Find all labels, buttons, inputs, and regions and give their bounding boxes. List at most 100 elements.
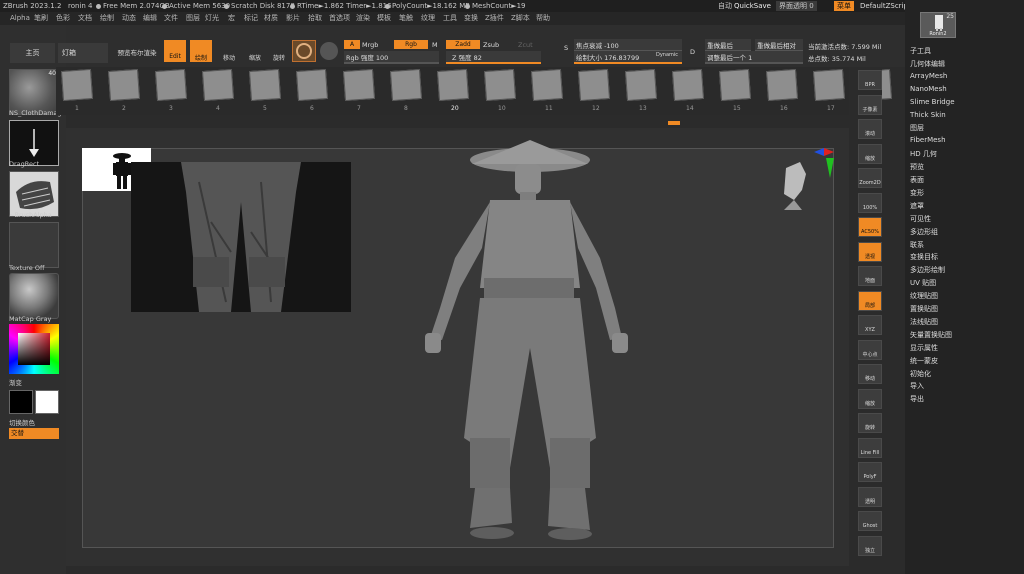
transparency-slider[interactable]: 界面透明 0: [776, 1, 817, 11]
secondary-color-swatch[interactable]: [35, 390, 59, 414]
menu-item-1[interactable]: 笔刷: [34, 12, 48, 25]
view-tool-button[interactable]: 缩放: [858, 143, 882, 164]
menu-item-10[interactable]: 宏: [228, 12, 235, 25]
tool-menu-item[interactable]: 显示属性: [910, 343, 938, 353]
adjust-last-slider[interactable]: 调整最后一个 1: [705, 51, 803, 64]
brush-thumbnail[interactable]: [342, 68, 376, 102]
tool-menu-item[interactable]: 遮罩: [910, 201, 924, 211]
spotlight-icon[interactable]: [320, 42, 338, 60]
color-picker[interactable]: [9, 324, 59, 374]
scale-button[interactable]: 缩放: [244, 40, 266, 62]
alternate-button[interactable]: 交替: [9, 428, 59, 439]
brush-strip-scroll-indicator[interactable]: [668, 121, 680, 125]
menu-item-3[interactable]: 文档: [78, 12, 92, 25]
view-tool-button[interactable]: 移动: [858, 364, 882, 384]
brush-thumbnail[interactable]: [812, 68, 846, 102]
view-tool-button[interactable]: 中心点: [858, 339, 882, 360]
brush-thumbnail[interactable]: [483, 68, 517, 102]
a-button[interactable]: A: [344, 40, 360, 49]
menu-item-16[interactable]: 渲染: [356, 12, 370, 25]
tool-menu-item[interactable]: NanoMesh: [910, 85, 947, 93]
ronin-model[interactable]: [400, 138, 660, 558]
default-zscript[interactable]: DefaultZScript: [860, 0, 911, 12]
rgb-intensity-slider[interactable]: Rgb 强度 100: [344, 51, 439, 64]
menu-item-4[interactable]: 绘制: [100, 12, 114, 25]
view-tool-button[interactable]: 透视: [858, 241, 882, 262]
brush-thumbnail[interactable]: [671, 68, 705, 102]
brush-thumbnail[interactable]: [718, 68, 752, 102]
tool-menu-item[interactable]: 矢量置换贴图: [910, 330, 952, 340]
zadd-button[interactable]: Zadd: [446, 40, 480, 49]
view-tool-button[interactable]: BPR: [858, 70, 882, 90]
menu-item-5[interactable]: 动态: [122, 12, 136, 25]
view-tool-button[interactable]: Zoom2D: [858, 168, 882, 188]
z-intensity-slider[interactable]: Z 强度 82: [446, 51, 541, 64]
menu-item-14[interactable]: 拾取: [308, 12, 322, 25]
view-tool-button[interactable]: 旋转: [858, 413, 882, 433]
tool-menu-item[interactable]: 导出: [910, 394, 924, 404]
dynamic-toggle[interactable]: Dynamic: [656, 52, 678, 58]
brush-thumbnail[interactable]: [154, 68, 188, 102]
view-tool-button[interactable]: 透明: [858, 486, 882, 507]
texture-thumbnail[interactable]: [9, 222, 59, 268]
tool-menu-item[interactable]: 变换目标: [910, 252, 938, 262]
home-button[interactable]: 主页: [10, 43, 55, 63]
tool-menu-item[interactable]: FiberMesh: [910, 136, 946, 144]
tool-menu-item[interactable]: 预览: [910, 162, 924, 172]
tool-menu-item[interactable]: 多边形绘制: [910, 265, 945, 275]
tool-menu-item[interactable]: 表面: [910, 175, 924, 185]
brush-thumbnail[interactable]: [201, 68, 235, 102]
tool-menu-item[interactable]: 置换贴图: [910, 304, 938, 314]
rgb-button[interactable]: Rgb: [394, 40, 428, 49]
menu-item-7[interactable]: 文件: [164, 12, 178, 25]
view-tool-button[interactable]: AC50%: [858, 217, 882, 237]
tool-menu-item[interactable]: HD 几何: [910, 149, 937, 159]
draw-button[interactable]: 绘制: [190, 40, 212, 62]
menu-item-6[interactable]: 编辑: [143, 12, 157, 25]
menu-item-19[interactable]: 纹理: [421, 12, 435, 25]
draw-size-slider[interactable]: 绘制大小 176.83799 Dynamic: [574, 51, 682, 64]
view-tool-button[interactable]: Ghost: [858, 511, 882, 531]
zcut-button[interactable]: Zcut: [518, 41, 533, 49]
tool-menu-item[interactable]: UV 贴图: [910, 278, 936, 288]
current-tool-thumbnail[interactable]: 25 Ronin2: [920, 12, 956, 38]
material-sphere-button[interactable]: [292, 40, 316, 62]
tool-menu-item[interactable]: 导入: [910, 381, 924, 391]
main-color-swatch[interactable]: [9, 390, 33, 414]
tool-menu-item[interactable]: 初始化: [910, 369, 931, 379]
menu-item-2[interactable]: 色彩: [56, 12, 70, 25]
move-button[interactable]: 移动: [218, 40, 240, 62]
view-tool-button[interactable]: 子像素: [858, 94, 882, 115]
menu-item-17[interactable]: 模板: [377, 12, 391, 25]
tool-menu-item[interactable]: 子工具: [910, 46, 931, 56]
menu-item-21[interactable]: 变换: [464, 12, 478, 25]
menu-item-9[interactable]: 灯光: [205, 12, 219, 25]
tool-menu-item[interactable]: 统一蒙皮: [910, 356, 938, 366]
menu-item-11[interactable]: 标记: [244, 12, 258, 25]
menu-item-12[interactable]: 材质: [264, 12, 278, 25]
view-tool-button[interactable]: 地面: [858, 266, 882, 286]
lightbox-button[interactable]: 灯箱: [58, 43, 108, 63]
tool-menu-item[interactable]: 几何体编辑: [910, 59, 945, 69]
view-tool-button[interactable]: 局部: [858, 290, 882, 311]
matcap-thumbnail[interactable]: [9, 273, 59, 319]
menu-item-20[interactable]: 工具: [443, 12, 457, 25]
menu-button[interactable]: 菜单: [834, 1, 854, 11]
menu-item-13[interactable]: 影片: [286, 12, 300, 25]
menu-item-15[interactable]: 首选项: [329, 12, 350, 25]
tool-menu-item[interactable]: 可见性: [910, 214, 931, 224]
view-tool-button[interactable]: XYZ: [858, 315, 882, 335]
brush-thumbnail[interactable]: [624, 68, 658, 102]
brush-thumbnail[interactable]: [577, 68, 611, 102]
menu-item-23[interactable]: Z脚本: [511, 12, 530, 25]
tool-menu-item[interactable]: ArrayMesh: [910, 72, 947, 80]
menu-item-24[interactable]: 帮助: [536, 12, 550, 25]
brush-thumbnail[interactable]: [530, 68, 564, 102]
tool-menu-item[interactable]: Slime Bridge: [910, 98, 955, 106]
tool-menu-item[interactable]: 变形: [910, 188, 924, 198]
preview-render-button[interactable]: 预览布尔渲染: [112, 43, 162, 63]
brush-thumbnail[interactable]: [107, 68, 141, 102]
brush-thumbnail[interactable]: [436, 68, 470, 102]
view-tool-button[interactable]: PolyF: [858, 462, 882, 482]
brush-thumbnail[interactable]: [295, 68, 329, 102]
